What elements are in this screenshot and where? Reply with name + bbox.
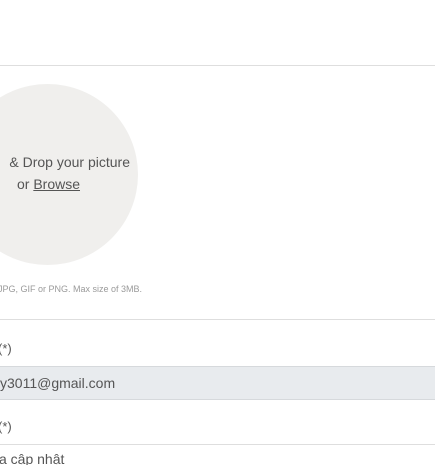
email-field[interactable]: y3011@gmail.com — [0, 366, 435, 400]
dropzone-or-text: or — [16, 176, 30, 192]
phone-field-top-border — [0, 444, 435, 445]
top-divider — [0, 65, 435, 66]
picture-dropzone[interactable] — [0, 84, 138, 265]
profile-form-panel: & Drop your picture or Browse JPG, GIF o… — [0, 0, 435, 465]
upload-hint: JPG, GIF or PNG. Max size of 3MB. — [0, 284, 143, 294]
browse-link[interactable]: Browse — [33, 176, 80, 192]
dropzone-browse-line: or Browse — [17, 176, 80, 192]
email-label: (*) — [0, 341, 12, 356]
phone-label: (*) — [0, 419, 12, 434]
email-value: y3011@gmail.com — [0, 375, 116, 391]
upload-divider — [0, 319, 435, 320]
phone-field[interactable]: a cập nhật — [0, 451, 64, 465]
dropzone-text: & Drop your picture — [9, 154, 130, 170]
